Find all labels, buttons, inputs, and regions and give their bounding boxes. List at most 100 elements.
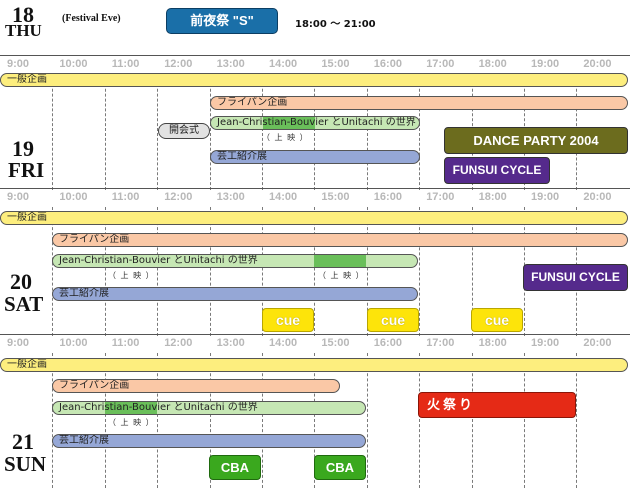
general-events-bar[interactable]: 一般企画: [0, 211, 628, 225]
time-label: 15:00: [321, 58, 350, 70]
time-label: 20:00: [583, 191, 612, 203]
time-label: 19:00: [531, 191, 560, 203]
hour-gridline: [210, 207, 211, 336]
time-label: 20:00: [583, 58, 612, 70]
cba-button-1[interactable]: CBA: [209, 455, 261, 480]
weekday: FRI: [8, 158, 45, 182]
jc-bouvier-label: Jean-Christian-Bouvier とUnitachi の世界: [59, 402, 258, 413]
hour-gridline: [105, 74, 106, 190]
weekday: SUN: [4, 452, 47, 476]
hour-gridline: [105, 207, 106, 336]
hour-gridline: [472, 353, 473, 488]
time-label: 15:00: [321, 337, 350, 349]
screening-label-1: （ 上 映 ）: [108, 271, 155, 280]
hour-gridline: [262, 353, 263, 488]
hour-gridline: [157, 353, 158, 488]
screening-label: （ 上 映 ）: [108, 418, 155, 427]
cba-button-2[interactable]: CBA: [314, 455, 366, 480]
time-label: 13:00: [216, 337, 245, 349]
time-header: 9:00 10:00 11:00 12:00 13:00 14:00 15:00 16:00 1…: [0, 56, 630, 74]
general-events-bar[interactable]: 一般企画: [0, 73, 628, 87]
time-label: 11:00: [111, 191, 140, 203]
hour-gridline: [210, 74, 211, 190]
time-label: 9:00: [7, 337, 30, 349]
weekday: SAT: [4, 292, 44, 316]
time-label: 12:00: [164, 58, 193, 70]
time-label: 19:00: [531, 337, 560, 349]
cue-button-2[interactable]: cue: [367, 308, 419, 332]
himatsuri-button[interactable]: 火祭り: [418, 392, 576, 418]
hour-gridline: [576, 353, 577, 488]
time-label: 9:00: [7, 191, 30, 203]
time-label: 18:00: [478, 191, 507, 203]
arts-exhibit-bar[interactable]: 芸工紹介展: [210, 150, 420, 164]
hour-gridline: [419, 207, 420, 336]
time-label: 12:00: [164, 191, 193, 203]
time-label: 19:00: [531, 58, 560, 70]
general-events-bar[interactable]: 一般企画: [0, 358, 628, 372]
time-label: 17:00: [426, 191, 455, 203]
hour-gridline: [419, 353, 420, 488]
hour-gridline: [524, 353, 525, 488]
time-label: 18:00: [478, 58, 507, 70]
funsui-cycle-button[interactable]: FUNSUI CYCLE: [523, 264, 628, 291]
opening-ceremony-button[interactable]: 開会式: [158, 123, 210, 139]
hour-gridline: [367, 353, 368, 488]
dance-party-button[interactable]: DANCE PARTY 2004: [444, 127, 628, 154]
cue-button-3[interactable]: cue: [471, 308, 523, 332]
day-19-panel: 9:00 10:00 11:00 12:00 13:00 14:00 15:00 16:00 1…: [0, 55, 630, 190]
time-label: 16:00: [373, 58, 402, 70]
hour-gridline: [157, 207, 158, 336]
frypan-bar[interactable]: フライパン企画: [52, 233, 628, 247]
day-number: 19: [12, 136, 34, 161]
day-number: 20: [10, 269, 32, 294]
hour-gridline: [367, 74, 368, 190]
time-label: 14:00: [269, 191, 298, 203]
screening-segment: [314, 255, 366, 267]
time-header: 9:00 10:00 11:00 12:00 13:00 14:00 15:00 16:00 1…: [0, 335, 630, 353]
time-label: 14:00: [269, 337, 298, 349]
jc-bouvier-label: Jean-Christian-Bouvier とUnitachi の世界: [59, 255, 258, 266]
hour-gridline: [314, 74, 315, 190]
jc-bouvier-bar[interactable]: Jean-Christian-Bouvier とUnitachi の世界: [210, 116, 420, 130]
day-20-panel: 9:00 10:00 11:00 12:00 13:00 14:00 15:00 16:00 1…: [0, 188, 630, 336]
time-label: 16:00: [373, 191, 402, 203]
time-label: 10:00: [59, 337, 88, 349]
frypan-bar[interactable]: フライパン企画: [52, 379, 340, 393]
hour-gridline: [314, 207, 315, 336]
screening-label-2: （ 上 映 ）: [318, 271, 365, 280]
jc-bouvier-bar[interactable]: Jean-Christian-Bouvier とUnitachi の世界: [52, 401, 366, 415]
day-number: 21: [12, 429, 34, 454]
arts-exhibit-bar[interactable]: 芸工紹介展: [52, 287, 418, 301]
jc-bouvier-bar[interactable]: Jean-Christian-Bouvier とUnitachi の世界: [52, 254, 418, 268]
eve-event-button[interactable]: 前夜祭 "S": [166, 8, 278, 34]
time-label: 13:00: [216, 58, 245, 70]
jc-bouvier-label: Jean-Christian-Bouvier とUnitachi の世界: [217, 117, 416, 128]
time-label: 10:00: [59, 191, 88, 203]
time-label: 17:00: [426, 58, 455, 70]
cue-button-1[interactable]: cue: [262, 308, 314, 332]
hour-gridline: [52, 207, 53, 336]
eve-weekday: THU: [5, 21, 42, 40]
time-label: 18:00: [478, 337, 507, 349]
hour-gridline: [52, 353, 53, 488]
eve-event-time: 18:00 ～ 21:00: [295, 19, 376, 30]
hour-gridline: [419, 74, 420, 190]
time-label: 12:00: [164, 337, 193, 349]
time-label: 11:00: [111, 58, 140, 70]
time-label: 10:00: [59, 58, 88, 70]
time-header: 9:00 10:00 11:00 12:00 13:00 14:00 15:00 16:00 1…: [0, 189, 630, 207]
time-label: 20:00: [583, 337, 612, 349]
day-21-panel: 9:00 10:00 11:00 12:00 13:00 14:00 15:00 16:00 1…: [0, 334, 630, 488]
time-label: 17:00: [426, 337, 455, 349]
time-label: 11:00: [111, 337, 140, 349]
frypan-bar[interactable]: フライパン企画: [210, 96, 628, 110]
time-label: 14:00: [269, 58, 298, 70]
arts-exhibit-bar[interactable]: 芸工紹介展: [52, 434, 366, 448]
funsui-cycle-button[interactable]: FUNSUI CYCLE: [444, 157, 550, 184]
screening-label: （ 上 映 ）: [262, 133, 309, 142]
time-label: 15:00: [321, 191, 350, 203]
time-label: 9:00: [7, 58, 30, 70]
time-label: 16:00: [373, 337, 402, 349]
hour-gridline: [52, 74, 53, 190]
